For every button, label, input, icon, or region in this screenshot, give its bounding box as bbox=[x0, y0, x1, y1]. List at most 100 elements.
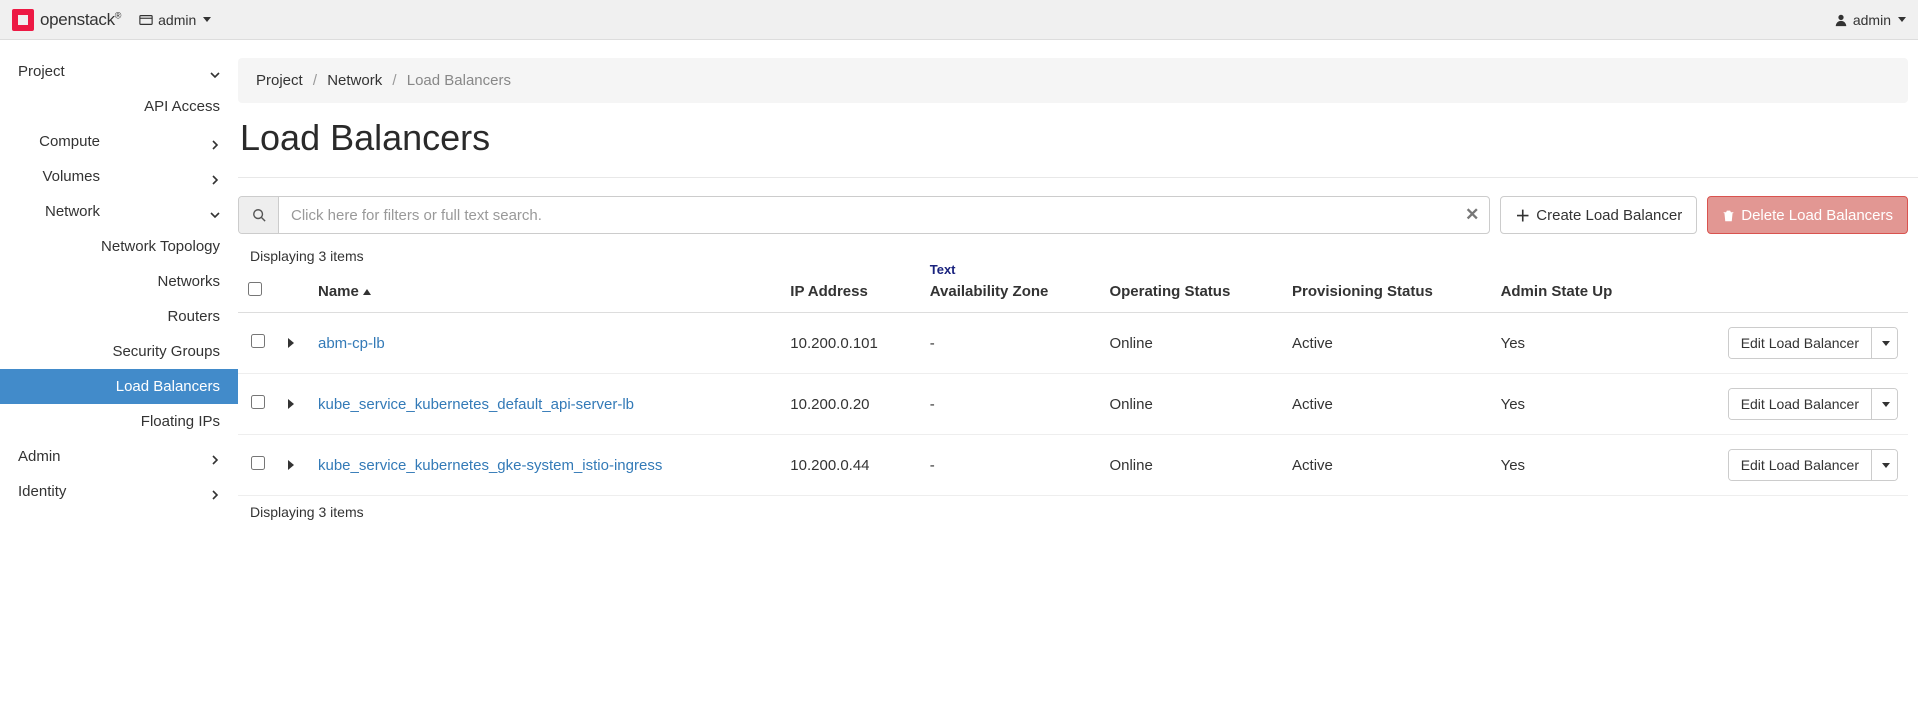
col-select-all bbox=[238, 270, 278, 313]
user-icon bbox=[1834, 13, 1848, 27]
breadcrumb-current: Load Balancers bbox=[407, 72, 511, 89]
sidebar-label: Admin bbox=[18, 448, 61, 465]
lb-op-status: Online bbox=[1099, 435, 1282, 496]
col-expand bbox=[278, 270, 308, 313]
sidebar-label: Network bbox=[18, 203, 150, 220]
search-icon bbox=[239, 197, 279, 233]
button-label: Delete Load Balancers bbox=[1741, 207, 1893, 224]
row-action-dropdown[interactable] bbox=[1871, 450, 1897, 480]
trash-icon bbox=[1722, 209, 1735, 222]
sidebar-item-networks[interactable]: Networks bbox=[0, 264, 238, 299]
brand-text: openstack® bbox=[40, 10, 121, 30]
lb-name-link[interactable]: kube_service_kubernetes_gke-system_istio… bbox=[318, 457, 662, 474]
breadcrumb: Project / Network / Load Balancers bbox=[238, 58, 1908, 103]
chevron-down-icon bbox=[210, 67, 220, 77]
sidebar-item-routers[interactable]: Routers bbox=[0, 299, 238, 334]
chevron-right-icon bbox=[210, 487, 220, 497]
topbar: openstack® admin admin bbox=[0, 0, 1918, 40]
table-row: abm-cp-lb10.200.0.101-OnlineActiveYesEdi… bbox=[238, 313, 1908, 374]
breadcrumb-sep: / bbox=[313, 72, 317, 89]
domain-icon bbox=[139, 13, 153, 27]
sidebar-item-network-topology[interactable]: Network Topology bbox=[0, 229, 238, 264]
overlay-annotation: Text bbox=[930, 262, 956, 277]
lb-admin-up: Yes bbox=[1491, 374, 1662, 435]
chevron-down-icon bbox=[210, 207, 220, 217]
row-action-split-button: Edit Load Balancer bbox=[1728, 449, 1898, 481]
edit-load-balancer-button[interactable]: Edit Load Balancer bbox=[1729, 389, 1871, 419]
sidebar-item-security-groups[interactable]: Security Groups bbox=[0, 334, 238, 369]
sidebar: Project API Access Compute Volumes Netwo… bbox=[0, 40, 238, 526]
user-menu[interactable]: admin bbox=[1834, 12, 1906, 28]
col-az[interactable]: Text Availability Zone bbox=[920, 270, 1100, 313]
col-ip[interactable]: IP Address bbox=[780, 270, 919, 313]
sidebar-item-volumes[interactable]: Volumes bbox=[0, 159, 238, 194]
sidebar-item-admin[interactable]: Admin bbox=[0, 439, 238, 474]
delete-load-balancers-button[interactable]: Delete Load Balancers bbox=[1707, 196, 1908, 234]
row-checkbox[interactable] bbox=[251, 456, 265, 470]
edit-load-balancer-button[interactable]: Edit Load Balancer bbox=[1729, 328, 1871, 358]
page-title: Load Balancers bbox=[238, 117, 1918, 159]
col-prov-status[interactable]: Provisioning Status bbox=[1282, 270, 1491, 313]
openstack-logo-icon bbox=[12, 9, 34, 31]
caret-down-icon bbox=[1882, 402, 1890, 407]
chevron-right-icon bbox=[210, 172, 220, 182]
expand-row-icon[interactable] bbox=[288, 460, 294, 470]
row-action-dropdown[interactable] bbox=[1871, 389, 1897, 419]
breadcrumb-project[interactable]: Project bbox=[256, 72, 303, 89]
caret-down-icon bbox=[203, 17, 211, 22]
domain-label: admin bbox=[158, 12, 196, 28]
caret-down-icon bbox=[1898, 17, 1906, 22]
edit-load-balancer-button[interactable]: Edit Load Balancer bbox=[1729, 450, 1871, 480]
lb-ip: 10.200.0.44 bbox=[780, 435, 919, 496]
search-wrap: ✕ bbox=[238, 196, 1490, 234]
expand-row-icon[interactable] bbox=[288, 399, 294, 409]
sidebar-item-api-access[interactable]: API Access bbox=[0, 89, 238, 124]
lb-az: - bbox=[920, 374, 1100, 435]
brand-logo[interactable]: openstack® bbox=[12, 9, 121, 31]
row-checkbox[interactable] bbox=[251, 334, 265, 348]
sidebar-item-network[interactable]: Network bbox=[0, 194, 238, 229]
col-admin-up[interactable]: Admin State Up bbox=[1491, 270, 1662, 313]
row-action-split-button: Edit Load Balancer bbox=[1728, 388, 1898, 420]
display-count-top: Displaying 3 items bbox=[250, 248, 1918, 264]
table-row: kube_service_kubernetes_default_api-serv… bbox=[238, 374, 1908, 435]
row-checkbox[interactable] bbox=[251, 395, 265, 409]
display-count-bottom: Displaying 3 items bbox=[250, 504, 1918, 520]
expand-row-icon[interactable] bbox=[288, 338, 294, 348]
user-label: admin bbox=[1853, 12, 1891, 28]
col-name[interactable]: Name bbox=[308, 270, 780, 313]
topbar-left: openstack® admin bbox=[12, 9, 211, 31]
sidebar-item-floating-ips[interactable]: Floating IPs bbox=[0, 404, 238, 439]
table-row: kube_service_kubernetes_gke-system_istio… bbox=[238, 435, 1908, 496]
col-actions bbox=[1661, 270, 1908, 313]
sidebar-item-compute[interactable]: Compute bbox=[0, 124, 238, 159]
sidebar-item-load-balancers[interactable]: Load Balancers bbox=[0, 369, 238, 404]
caret-down-icon bbox=[1882, 463, 1890, 468]
search-input[interactable] bbox=[279, 197, 1455, 233]
lb-prov-status: Active bbox=[1282, 374, 1491, 435]
select-all-checkbox[interactable] bbox=[248, 282, 262, 296]
sidebar-item-identity[interactable]: Identity bbox=[0, 474, 238, 509]
col-op-status[interactable]: Operating Status bbox=[1099, 270, 1282, 313]
row-action-dropdown[interactable] bbox=[1871, 328, 1897, 358]
lb-az: - bbox=[920, 313, 1100, 374]
search-clear-icon[interactable]: ✕ bbox=[1455, 197, 1489, 233]
sidebar-label: Compute bbox=[18, 133, 150, 150]
lb-ip: 10.200.0.20 bbox=[780, 374, 919, 435]
sidebar-item-project[interactable]: Project bbox=[0, 54, 238, 89]
create-load-balancer-button[interactable]: ＋ Create Load Balancer bbox=[1500, 196, 1697, 234]
lb-name-link[interactable]: abm-cp-lb bbox=[318, 335, 385, 352]
lb-prov-status: Active bbox=[1282, 313, 1491, 374]
row-action-split-button: Edit Load Balancer bbox=[1728, 327, 1898, 359]
sidebar-label: Volumes bbox=[18, 168, 150, 185]
domain-selector[interactable]: admin bbox=[139, 12, 211, 28]
breadcrumb-sep: / bbox=[392, 72, 396, 89]
chevron-right-icon bbox=[210, 137, 220, 147]
lb-admin-up: Yes bbox=[1491, 435, 1662, 496]
chevron-right-icon bbox=[210, 452, 220, 462]
lb-prov-status: Active bbox=[1282, 435, 1491, 496]
breadcrumb-network[interactable]: Network bbox=[327, 72, 382, 89]
plus-icon: ＋ bbox=[1515, 205, 1530, 226]
sidebar-label: Identity bbox=[18, 483, 66, 500]
lb-name-link[interactable]: kube_service_kubernetes_default_api-serv… bbox=[318, 396, 634, 413]
